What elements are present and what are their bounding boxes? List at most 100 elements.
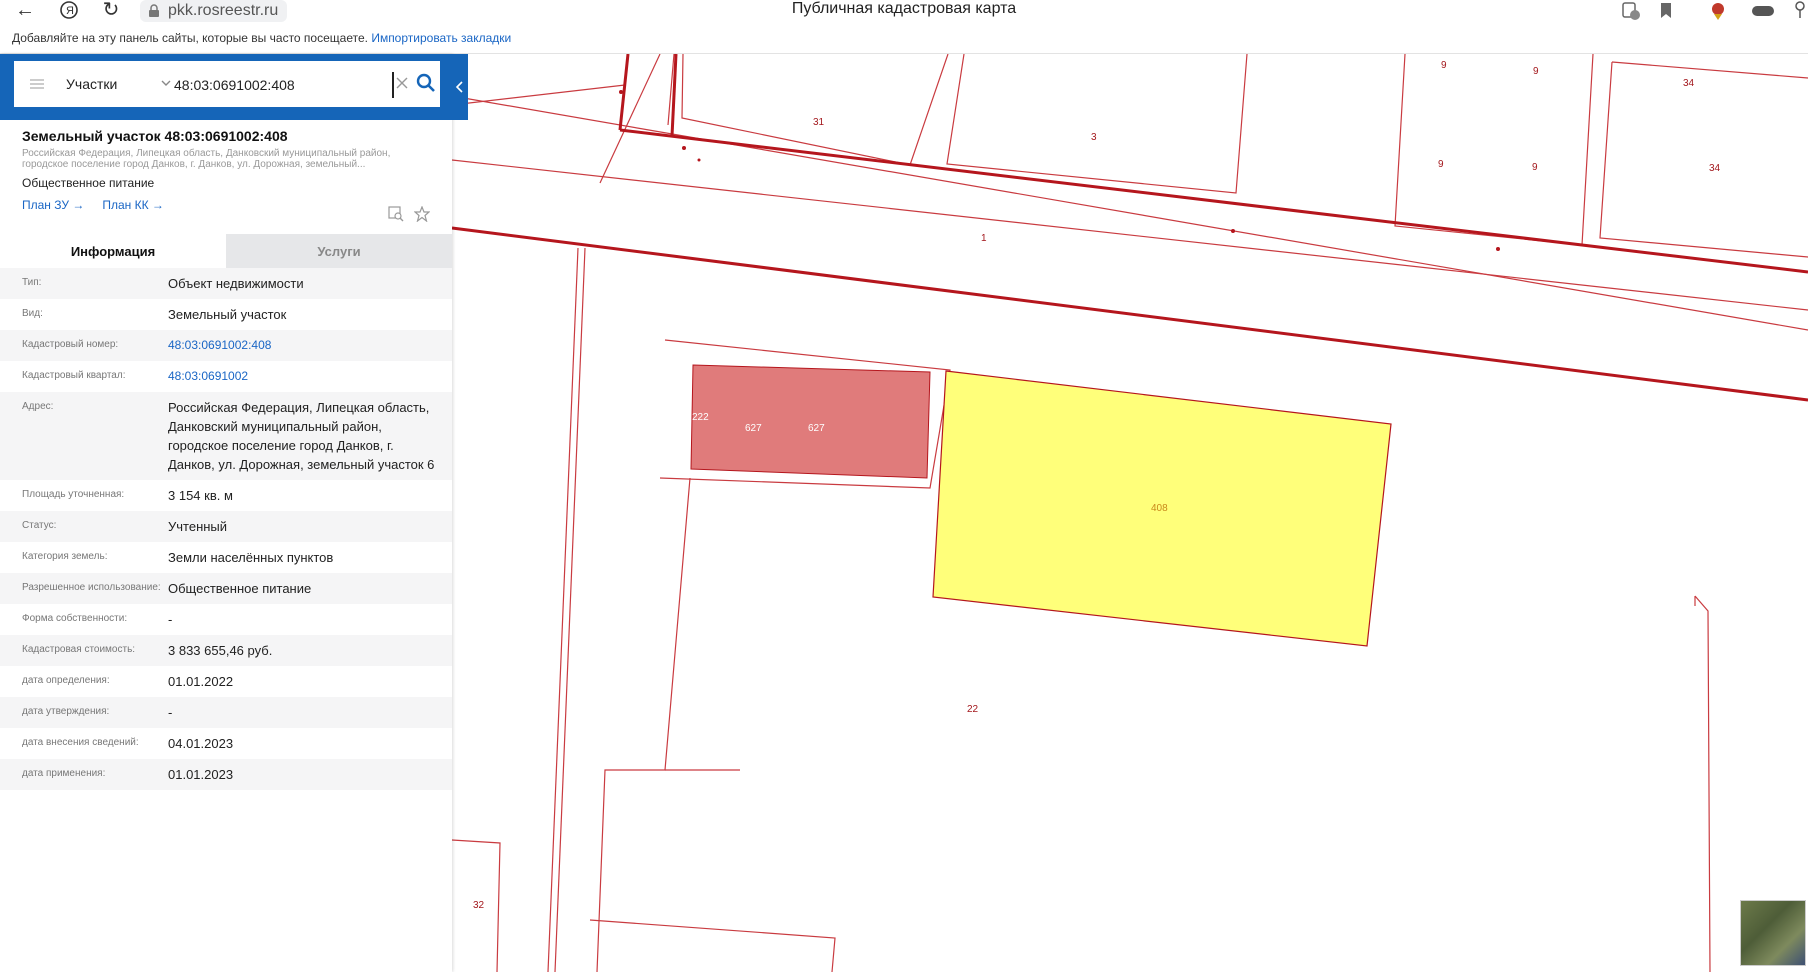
parcel-label: 627 <box>808 423 825 434</box>
cadastral-quarter-link[interactable]: 48:03:0691002 <box>168 367 438 386</box>
parcel-label: 222 <box>692 412 709 423</box>
parcel-label: 9 <box>1532 162 1538 173</box>
attribute-row: Тип: Объект недвижимости <box>0 268 452 299</box>
attribute-value: - <box>168 612 173 627</box>
object-title: Земельный участок 48:03:0691002:408 <box>22 128 288 144</box>
chevron-down-icon <box>160 76 172 94</box>
cadastral-number-link[interactable]: 48:03:0691002:408 <box>168 336 438 355</box>
attributes-table: Тип: Объект недвижимости Вид: Земельный уч… <box>0 268 452 790</box>
attribute-value: 01.01.2022 <box>168 674 234 689</box>
basemap-switcher[interactable] <box>1740 900 1806 966</box>
attribute-value: Общественное питание <box>168 581 312 596</box>
attribute-row: дата утверждения: - <box>0 697 452 728</box>
bookmark-icon[interactable] <box>1654 0 1678 22</box>
reload-icon[interactable]: ↻ <box>96 0 126 22</box>
hamburger-menu-icon[interactable] <box>28 75 46 93</box>
collapse-panel-button[interactable] <box>452 54 468 120</box>
attribute-value: Объект недвижимости <box>168 276 304 291</box>
attribute-row: Адрес: Российская Федерация, Липецкая обл… <box>0 392 452 480</box>
attribute-key: Разрешенное использование: <box>22 582 161 593</box>
downloads-icon[interactable] <box>1618 0 1642 22</box>
browser-toolbar: ← Я ↻ pkk.rosreestr.ru Публичная кадастр… <box>0 0 1808 24</box>
attribute-row: Категория земель: Земли населённых пункто… <box>0 542 452 573</box>
attribute-key: дата применения: <box>22 768 106 779</box>
profile-icon[interactable] <box>1750 0 1774 22</box>
attribute-value: 04.01.2023 <box>168 736 234 751</box>
parcel-label: 9 <box>1441 60 1447 71</box>
object-header: Земельный участок 48:03:0691002:408 Росс… <box>22 128 432 212</box>
attribute-row: Площадь уточненная: 3 154 кв. м <box>0 480 452 511</box>
attribute-value: 3 154 кв. м <box>168 488 233 503</box>
back-arrow-icon[interactable]: ← <box>10 0 40 22</box>
attribute-value: Российская Федерация, Липецкая область, … <box>168 400 435 472</box>
search-icon[interactable] <box>414 71 438 95</box>
attribute-key: Тип: <box>22 277 42 288</box>
cadastral-search-input[interactable] <box>172 72 394 98</box>
attribute-value: Земельный участок <box>168 307 287 322</box>
url-text: pkk.rosreestr.ru <box>168 2 279 19</box>
attribute-key: Категория земель: <box>22 551 108 562</box>
lock-icon <box>148 4 160 18</box>
yandex-icon[interactable]: Я <box>54 0 84 22</box>
object-use: Общественное питание <box>22 176 155 190</box>
attribute-row: Кадастровый квартал: 48:03:0691002 <box>0 361 452 392</box>
parcel-label: 31 <box>813 117 825 128</box>
attribute-key: дата утверждения: <box>22 706 110 717</box>
attribute-key: Форма собственности: <box>22 613 128 624</box>
parcel-label: 408 <box>1151 503 1168 514</box>
attribute-row: дата применения: 01.01.2023 <box>0 759 452 790</box>
address-bar[interactable]: pkk.rosreestr.ru <box>140 0 288 22</box>
layer-select[interactable]: Участки <box>66 61 178 107</box>
bookmarks-bar: Добавляйте на эту панель сайты, которые … <box>0 24 1808 54</box>
extension-icon[interactable] <box>1706 0 1730 22</box>
parcel-label: 34 <box>1709 163 1721 174</box>
attribute-key: Кадастровый квартал: <box>22 370 126 381</box>
attribute-row: Вид: Земельный участок <box>0 299 452 330</box>
parcel-label: 9 <box>1533 66 1539 77</box>
search-area: Участки <box>0 54 452 120</box>
attribute-value: 01.01.2023 <box>168 767 234 782</box>
object-address-short: Российская Федерация, Липецкая область, … <box>22 148 391 170</box>
attribute-key: дата внесения сведений: <box>22 737 139 748</box>
parcel-label: 627 <box>745 423 762 434</box>
attribute-row: дата внесения сведений: 04.01.2023 <box>0 728 452 759</box>
clear-search-icon[interactable] <box>394 75 410 91</box>
attribute-key: Адрес: <box>22 401 54 412</box>
attribute-value: Учтенный <box>168 519 228 534</box>
attribute-value: Земли населённых пунктов <box>168 550 334 565</box>
attribute-row: Кадастровая стоимость: 3 833 655,46 руб. <box>0 635 452 666</box>
attribute-key: Статус: <box>22 520 57 531</box>
parcel-label: 22 <box>967 704 979 715</box>
parcel-label: 9 <box>1438 159 1444 170</box>
attribute-row: Кадастровый номер: 48:03:0691002:408 <box>0 330 452 361</box>
attribute-row: Форма собственности: - <box>0 604 452 635</box>
parcel-label: 32 <box>473 900 485 911</box>
import-bookmarks-link[interactable]: Импортировать закладки <box>371 31 511 45</box>
attribute-key: Кадастровый номер: <box>22 339 119 350</box>
attribute-value: - <box>168 705 173 720</box>
info-tabs: Информация Услуги <box>0 234 452 268</box>
bookmarks-hint: Добавляйте на эту панель сайты, которые … <box>12 31 368 45</box>
search-box: Участки <box>14 61 440 107</box>
attribute-row: дата определения: 01.01.2022 <box>0 666 452 697</box>
attribute-key: Площадь уточненная: <box>22 489 125 500</box>
info-panel: Участки Земельный участок 48:03:0691002:… <box>0 54 468 972</box>
parcel-label: 3 <box>1091 132 1097 143</box>
chevron-left-icon <box>455 81 463 93</box>
parcel-label: 1 <box>981 233 987 244</box>
tab-information[interactable]: Информация <box>0 234 226 268</box>
attribute-value: 3 833 655,46 руб. <box>168 643 273 658</box>
attribute-key: дата определения: <box>22 675 110 686</box>
attribute-row: Разрешенное использование: Общественное п… <box>0 573 452 604</box>
attribute-key: Кадастровая стоимость: <box>22 644 136 655</box>
plan-kk-link[interactable]: План КК → <box>102 198 164 212</box>
parcel-label: 34 <box>1683 78 1695 89</box>
attribute-row: Статус: Учтенный <box>0 511 452 542</box>
menu-overflow-icon[interactable] <box>1792 0 1808 22</box>
favorite-star-icon[interactable] <box>413 205 431 227</box>
layer-select-value: Участки <box>66 76 118 92</box>
svg-text:Я: Я <box>66 5 74 17</box>
plan-zu-link[interactable]: План ЗУ → <box>22 198 84 212</box>
tab-services[interactable]: Услуги <box>226 234 452 268</box>
zoom-to-object-icon[interactable] <box>388 206 404 227</box>
